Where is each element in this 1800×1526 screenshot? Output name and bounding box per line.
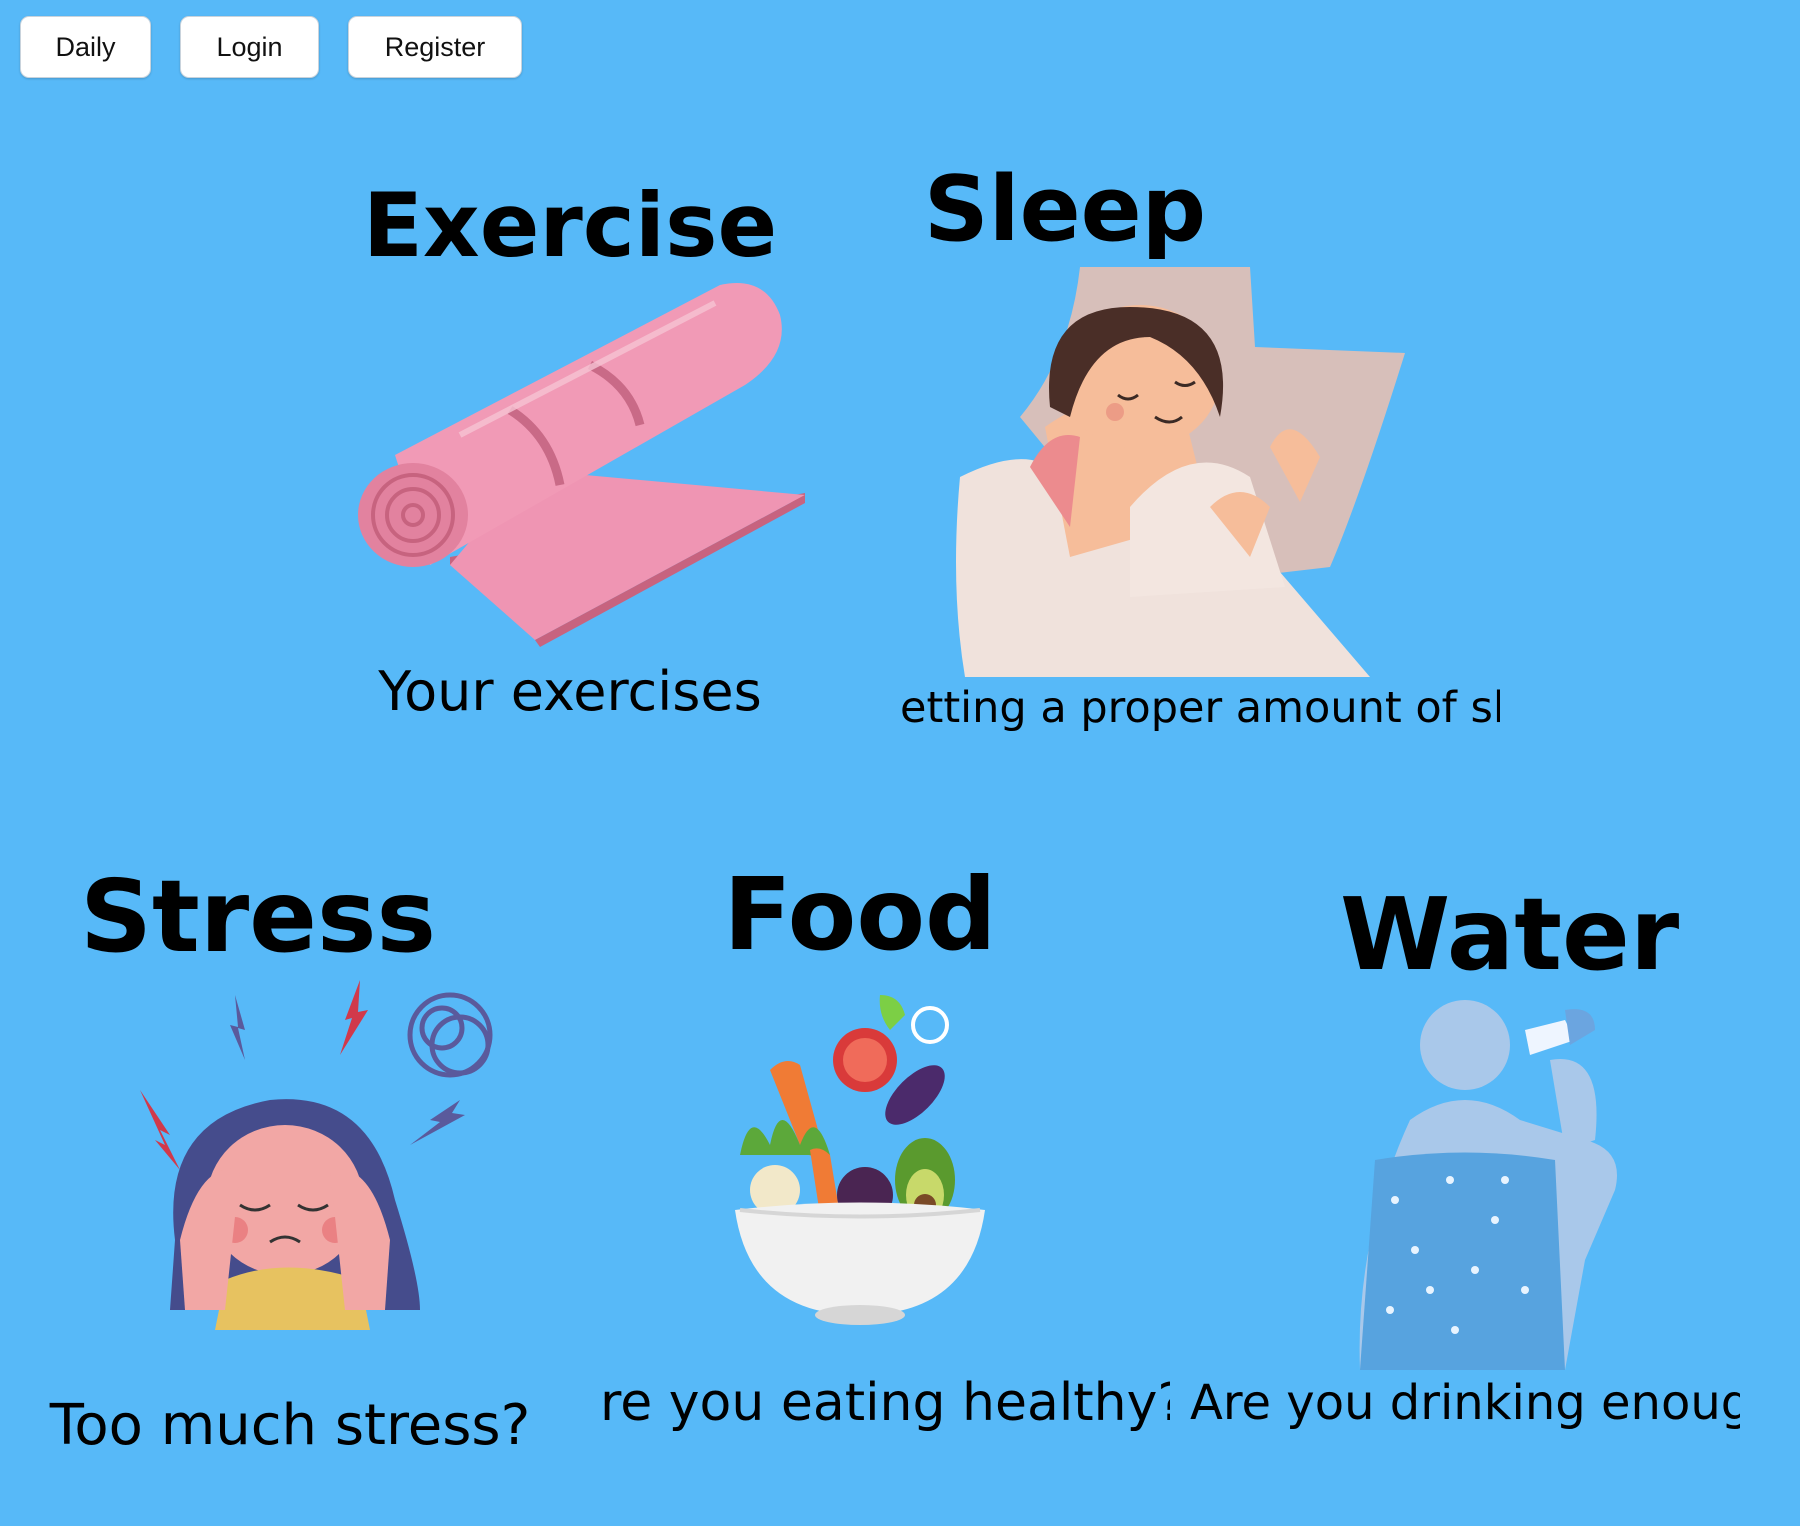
sleep-card[interactable]: Sleep etting a proper amount of slee xyxy=(900,155,1510,745)
stressed-woman-icon xyxy=(140,980,493,1330)
stress-title: Stress xyxy=(80,858,437,975)
sleeping-woman-icon xyxy=(956,267,1405,677)
stress-card[interactable]: Stress Too much stress? xyxy=(40,855,560,1457)
login-button[interactable]: Login xyxy=(180,16,319,78)
sleep-title: Sleep xyxy=(923,157,1207,262)
water-caption: Are you drinking enough? xyxy=(1190,1377,1740,1430)
water-card[interactable]: Water Are you drinking enough? xyxy=(1190,855,1750,1455)
food-card[interactable]: Food re you eating healthy? xyxy=(600,855,1180,1455)
daily-button[interactable]: Daily xyxy=(20,16,151,78)
salad-bowl-icon xyxy=(735,995,985,1325)
food-title: Food xyxy=(723,856,997,973)
exercise-title: Exercise xyxy=(362,174,778,277)
yoga-mat-icon xyxy=(358,283,805,647)
exercise-caption: Your exercises xyxy=(378,662,762,722)
water-title: Water xyxy=(1340,876,1680,993)
drinking-man-icon xyxy=(1359,1000,1617,1370)
stress-caption: Too much stress? xyxy=(49,1395,531,1457)
food-caption: re you eating healthy? xyxy=(600,1375,1170,1433)
exercise-card[interactable]: Exercise Your exercises xyxy=(340,170,820,740)
register-button[interactable]: Register xyxy=(348,16,522,78)
sleep-caption: etting a proper amount of slee xyxy=(900,685,1500,733)
